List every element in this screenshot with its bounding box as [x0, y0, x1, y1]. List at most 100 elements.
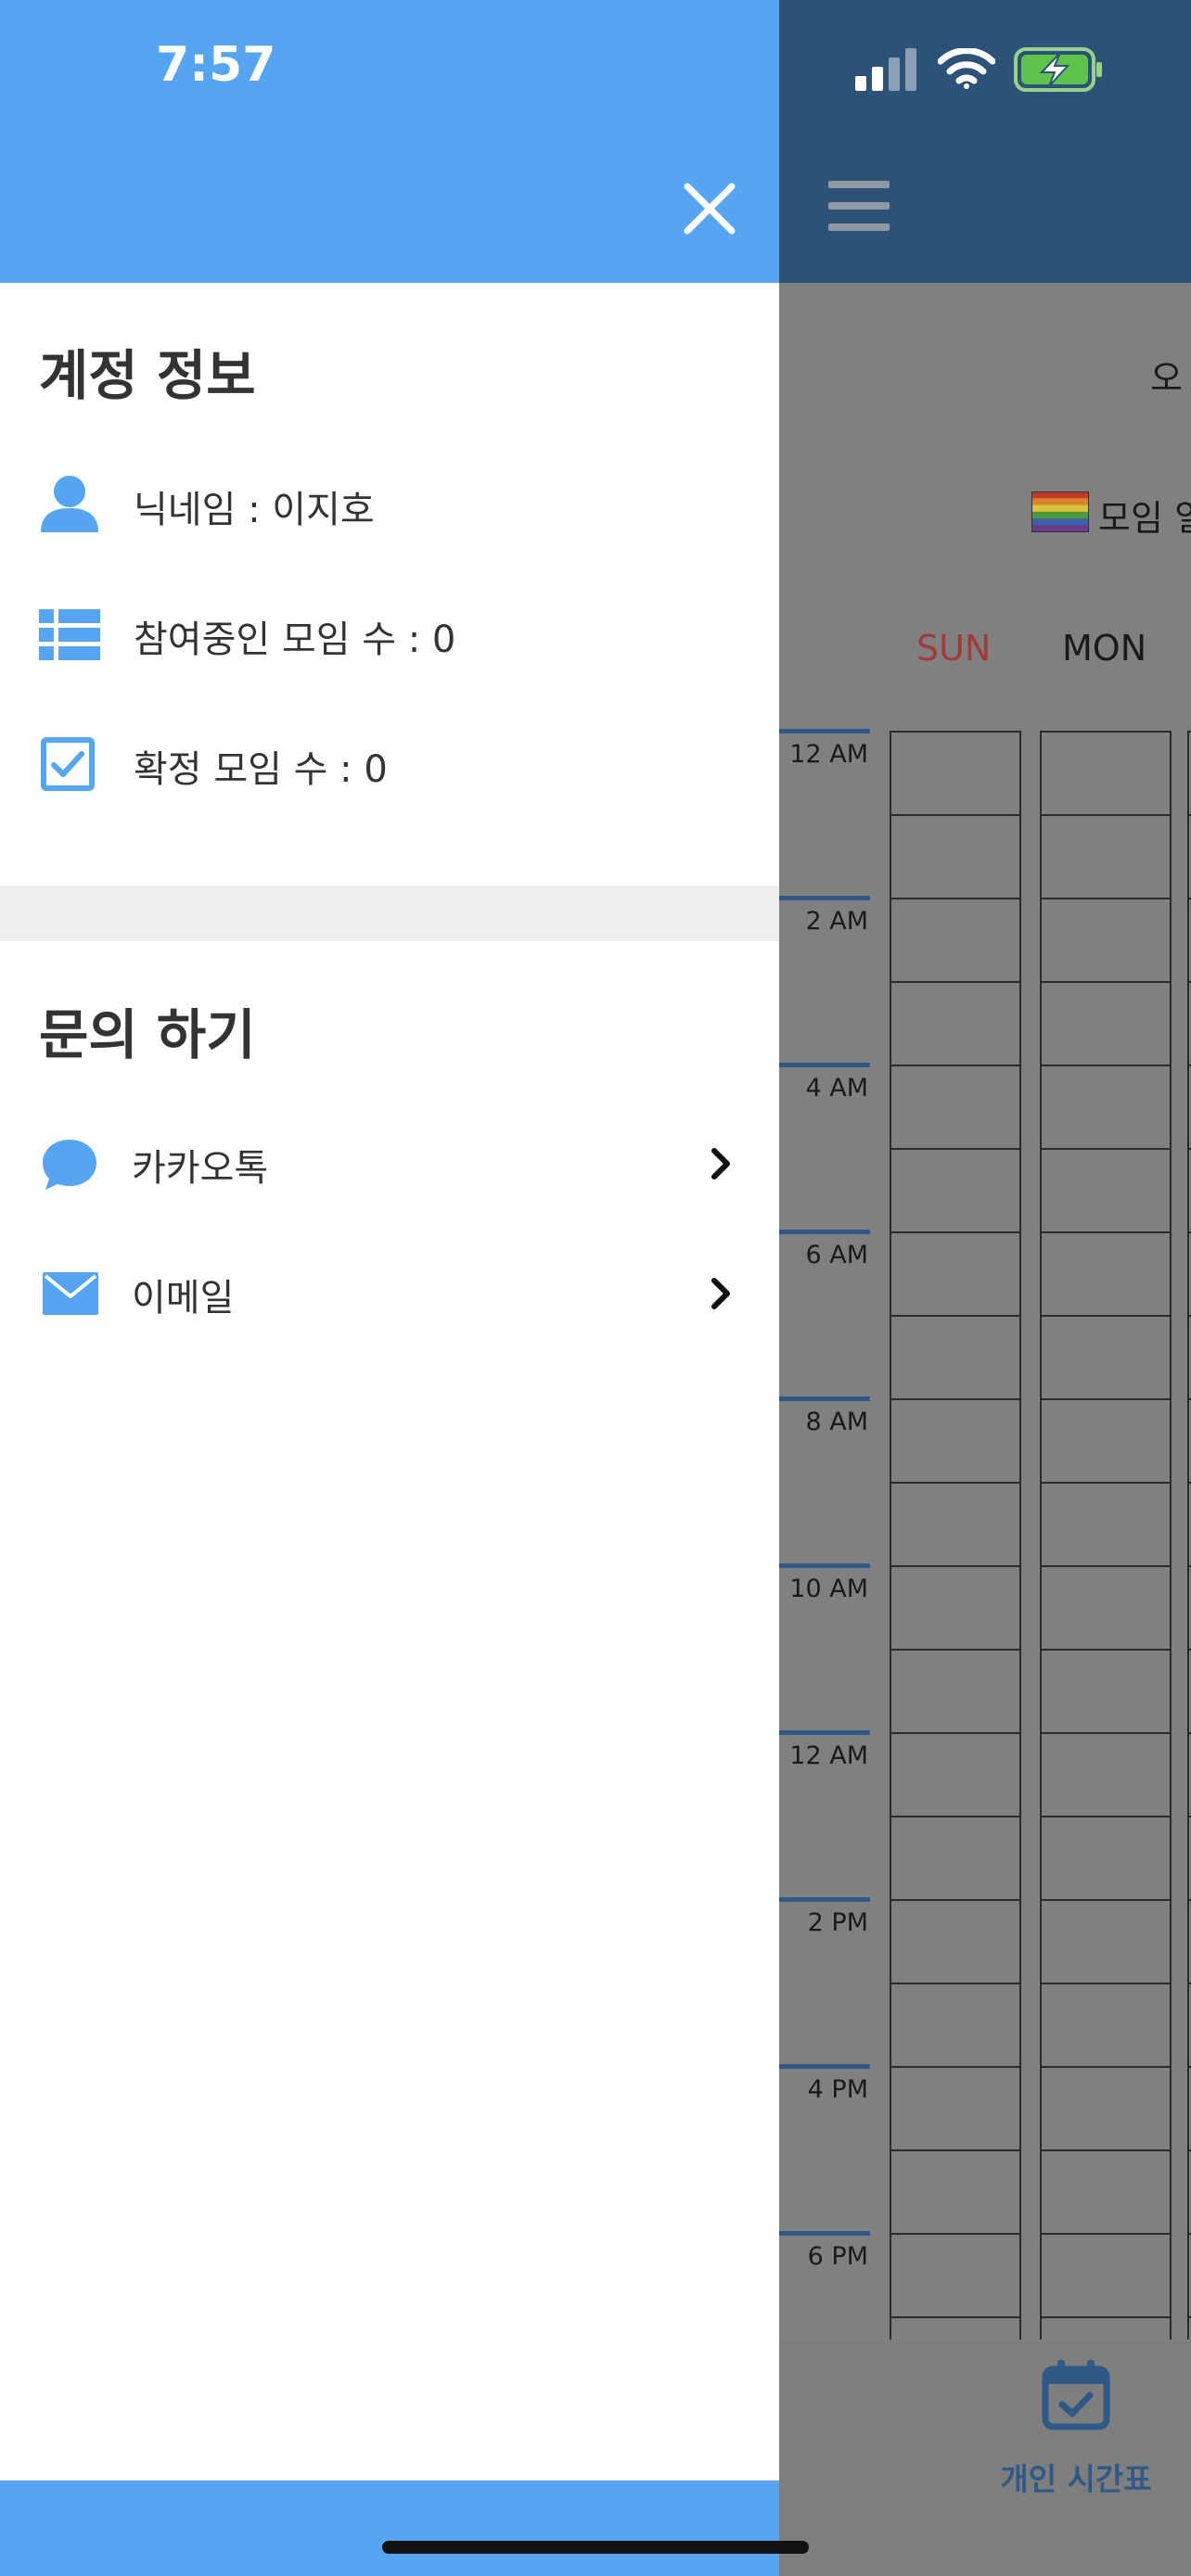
email-item[interactable]: 이메일 [0, 1256, 779, 1331]
hour-marker [779, 2231, 870, 2236]
schedule-cell [1040, 1816, 1172, 1899]
schedule-cell [1040, 1315, 1172, 1398]
chat-bubble-icon [43, 1140, 96, 1190]
hour-marker [779, 1897, 870, 1902]
schedule-cell [1040, 2233, 1172, 2316]
schedule-cell [1187, 1899, 1191, 1983]
schedule-cell [890, 1816, 1021, 1899]
schedule-cell [1187, 1315, 1191, 1398]
home-indicator [382, 2541, 809, 2554]
schedule-cell [1187, 731, 1191, 814]
confirmed-meetings-label: 확정 모임 수 : 0 [134, 748, 388, 791]
schedule-cell [1187, 1983, 1191, 2066]
schedule-cell [1187, 2149, 1191, 2233]
schedule-cell [1187, 1482, 1191, 1565]
schedule-cell [890, 2149, 1021, 2233]
schedule-cell [1187, 1565, 1191, 1649]
drawer-footer [0, 2480, 779, 2576]
schedule-cell [1187, 898, 1191, 981]
schedule-cell [890, 981, 1021, 1065]
nickname-label: 닉네임 : 이지호 [134, 489, 375, 531]
legend-label: 모임 일 [1098, 498, 1191, 539]
time-label: 8 AM [805, 1408, 868, 1436]
chevron-right-icon [711, 1278, 730, 1309]
schedule-cell [890, 1565, 1021, 1649]
time-label: 12 AM [789, 1741, 868, 1770]
schedule-cell [1040, 1148, 1172, 1231]
schedule-cell [1040, 1482, 1172, 1565]
tab-personal-schedule[interactable]: 개인 시간표 [997, 2360, 1155, 2499]
list-icon [39, 609, 100, 660]
time-label: 10 AM [789, 1575, 868, 1603]
tab-label: 개인 시간표 [1000, 2461, 1152, 2497]
chevron-right-icon [711, 1148, 730, 1180]
schedule-cell [1040, 1983, 1172, 2066]
schedule-cell [1187, 2066, 1191, 2149]
schedule-cell [1187, 1065, 1191, 1148]
schedule-cell [890, 2066, 1021, 2149]
schedule-cell [1040, 1231, 1172, 1315]
time-label: 4 PM [807, 2075, 868, 2104]
menu-icon[interactable] [828, 181, 890, 232]
rainbow-flag-icon [1031, 491, 1089, 532]
close-icon [684, 183, 736, 235]
schedule-cell [890, 1732, 1021, 1816]
schedule-cell [890, 1065, 1021, 1148]
schedule-cell [890, 1649, 1021, 1732]
schedule-cell [1040, 2149, 1172, 2233]
inquiry-section-title: 문의 하기 [39, 1003, 256, 1066]
schedule-cell [1040, 1649, 1172, 1732]
schedule-cell [1187, 1398, 1191, 1482]
background-header-text: 오 [1150, 358, 1183, 399]
hour-marker [779, 1396, 870, 1401]
kakaotalk-item[interactable]: 카카오톡 [0, 1127, 779, 1201]
hour-marker [779, 1730, 870, 1735]
schedule-cell [1040, 1565, 1172, 1649]
schedule-cell [1040, 731, 1172, 814]
schedule-cell [1187, 1231, 1191, 1315]
schedule-column-sun [890, 731, 1021, 2400]
hour-marker [779, 2064, 870, 2069]
hour-marker [779, 1063, 870, 1067]
schedule-cell [1187, 814, 1191, 898]
battery-charging-icon [1014, 47, 1102, 92]
schedule-cell [890, 2233, 1021, 2316]
drawer-header [0, 0, 779, 283]
schedule-cell [1187, 2233, 1191, 2316]
schedule-cell [890, 1231, 1021, 1315]
wifi-icon [938, 48, 995, 89]
section-separator [0, 886, 779, 941]
schedule-cell [1040, 981, 1172, 1065]
schedule-cell [890, 1482, 1021, 1565]
hour-marker [779, 1563, 870, 1568]
day-mon: MON [1062, 628, 1147, 669]
close-button[interactable] [682, 181, 737, 236]
schedule-cell [890, 814, 1021, 898]
day-sun: SUN [916, 628, 992, 669]
schedule-cell [890, 1148, 1021, 1231]
schedule-cell [1040, 2066, 1172, 2149]
schedule-cell [1187, 981, 1191, 1065]
schedule-cell [1187, 1649, 1191, 1732]
mail-icon [43, 1272, 98, 1315]
time-label: 6 AM [805, 1241, 868, 1269]
schedule-column-mon [1040, 731, 1172, 2400]
schedule-cell [890, 1398, 1021, 1482]
schedule-cell [1040, 1732, 1172, 1816]
schedule-cell [890, 1899, 1021, 1983]
schedule-cell [1040, 1398, 1172, 1482]
schedule-cell [1187, 1816, 1191, 1899]
schedule-cell [890, 1983, 1021, 2066]
schedule-cell [890, 898, 1021, 981]
hour-marker [779, 896, 870, 900]
schedule-cell [890, 1315, 1021, 1398]
schedule-cell [890, 731, 1021, 814]
cellular-signal-icon [855, 48, 916, 91]
schedule-cell [1187, 1148, 1191, 1231]
email-label: 이메일 [132, 1277, 235, 1320]
calendar-check-icon [1042, 2360, 1110, 2430]
time-label: 2 PM [807, 1908, 868, 1937]
schedule-cell [1187, 1732, 1191, 1816]
account-section-title: 계정 정보 [39, 344, 256, 407]
joined-meetings-label: 참여중인 모임 수 : 0 [134, 618, 456, 661]
